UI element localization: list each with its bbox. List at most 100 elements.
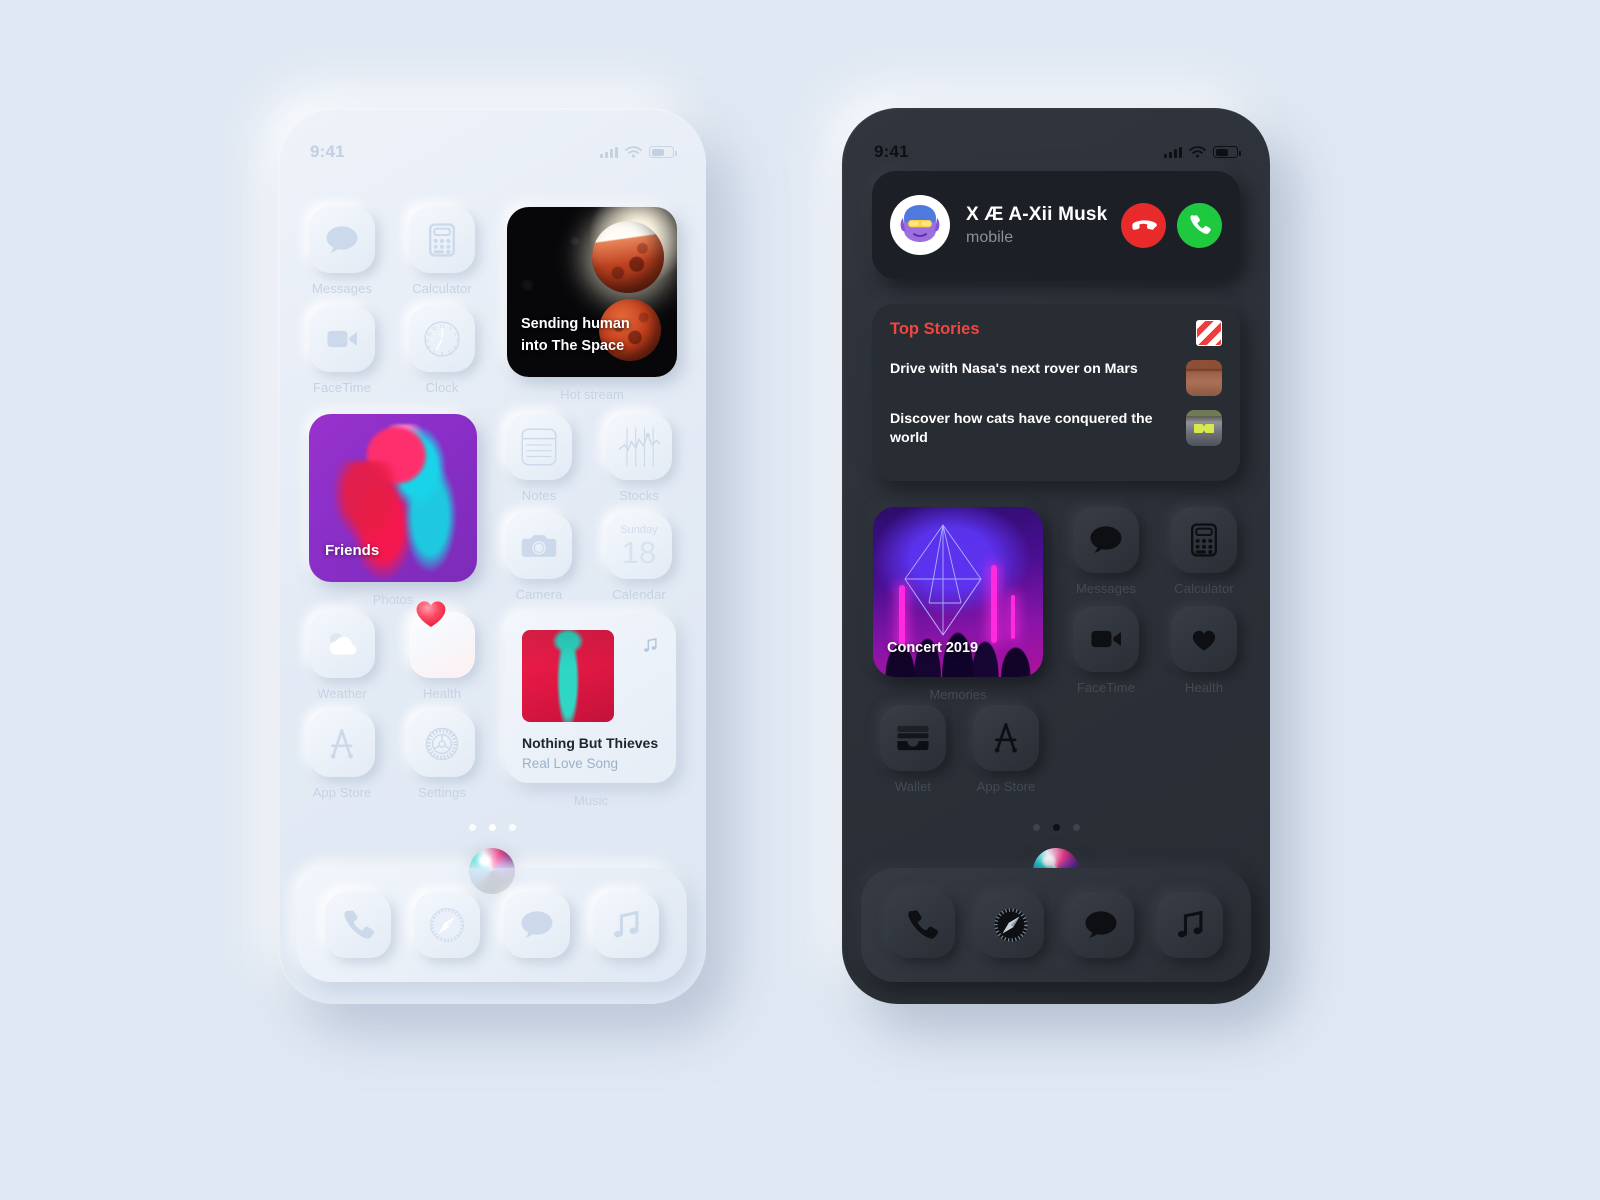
dock (861, 868, 1251, 982)
app-label: Weather (317, 686, 367, 701)
settings-gear-icon (425, 727, 459, 761)
page-dot-active[interactable] (1052, 824, 1060, 831)
app-label: Notes (521, 488, 557, 503)
app-label: FaceTime (1076, 680, 1136, 695)
calendar-tile[interactable]: Sunday 18 (606, 513, 672, 579)
calendar-day: 18 (621, 534, 657, 570)
app-icon-app-store[interactable]: App Store (309, 711, 375, 800)
health-tile[interactable] (409, 601, 475, 678)
cat-thumb (1186, 410, 1222, 446)
notes-tile[interactable] (506, 414, 572, 480)
hot-stream-headline: Sending human into The Space (521, 316, 630, 354)
concert-crowd-silhouette (873, 575, 1043, 677)
messages-bubble-icon (1085, 911, 1117, 938)
facetime-tile[interactable] (309, 306, 375, 372)
health-tile[interactable] (1171, 606, 1237, 672)
dock-icon-music[interactable] (593, 892, 660, 958)
svg-text:9: 9 (426, 338, 429, 343)
widget-top-stories[interactable]: Top Stories Drive with Nasa's next rover… (872, 304, 1240, 481)
app-label: Camera (515, 587, 563, 602)
moon-eclipse-top-image (592, 221, 664, 293)
settings-tile[interactable] (409, 711, 475, 777)
wallet-icon (897, 725, 929, 751)
page-dot[interactable] (1032, 824, 1040, 831)
wallet-tile[interactable] (880, 705, 946, 771)
calculator-tile[interactable] (1171, 507, 1237, 573)
phone-handset-icon (908, 910, 938, 939)
calendar-weekday: Sunday (620, 523, 658, 536)
page-dot[interactable] (468, 824, 476, 831)
app-label: Wallet (894, 779, 932, 794)
widget-music[interactable]: Nothing But Thieves Real Love Song Music (506, 613, 676, 819)
widget-hot-stream[interactable]: Sending human into The Space Hot stream (507, 207, 677, 413)
accept-call-button[interactable] (1177, 202, 1222, 248)
music-note-icon (614, 910, 639, 938)
app-icon-app-store[interactable]: App Store (973, 705, 1039, 794)
widget-memories[interactable]: Concert 2019 Memories (873, 507, 1043, 713)
caller-name: X Æ A-Xii Musk (966, 203, 1108, 225)
memories-card[interactable]: Concert 2019 (873, 507, 1043, 677)
app-icon-health[interactable]: Health (409, 601, 475, 701)
calculator-icon (1191, 523, 1217, 557)
app-icon-stocks[interactable]: Stocks (606, 414, 672, 503)
calculator-icon (429, 223, 455, 257)
photos-card[interactable]: Friends (309, 414, 477, 582)
app-icon-health[interactable]: Health (1171, 606, 1237, 695)
dock-icon-messages[interactable] (503, 892, 570, 958)
health-heart-icon (1192, 630, 1216, 651)
news-story-row[interactable]: Discover how cats have conquered the wor… (890, 410, 1222, 449)
dock-icon-messages[interactable] (1067, 892, 1134, 958)
dock-icon-phone[interactable] (324, 892, 391, 958)
app-icon-calculator[interactable]: Calculator (1171, 507, 1237, 596)
home-screen-light: 9:41 Messages Calculator FaceTime 12 1 2… (278, 108, 706, 1004)
facetime-video-icon (1091, 630, 1121, 648)
app-icon-clock[interactable]: 12 1 2 345 678 9 10 11 Clock (409, 306, 475, 395)
app-icon-messages[interactable]: Messages (309, 207, 375, 296)
page-dot[interactable] (1072, 824, 1080, 831)
app-icon-camera[interactable]: Camera (506, 513, 572, 602)
messages-tile[interactable] (309, 207, 375, 273)
safari-compass-icon (994, 908, 1028, 942)
stocks-tile[interactable] (606, 414, 672, 480)
memoji-avatar (900, 205, 940, 242)
dock-icon-phone[interactable] (888, 892, 955, 958)
page-dot[interactable] (508, 824, 516, 831)
facetime-tile[interactable] (1073, 606, 1139, 672)
cellular-bars-icon (1164, 146, 1182, 158)
status-bar: 9:41 (278, 140, 706, 164)
clock-tile[interactable]: 12 1 2 345 678 9 10 11 (409, 306, 475, 372)
app-icon-notes[interactable]: Notes (506, 414, 572, 503)
health-heart-icon (416, 601, 446, 627)
page-indicator-dots[interactable] (278, 824, 706, 831)
decline-call-button[interactable] (1121, 202, 1166, 248)
widget-photos[interactable]: Friends Photos (309, 414, 477, 618)
news-story-row[interactable]: Drive with Nasa's next rover on Mars (890, 360, 1222, 396)
app-icon-calculator[interactable]: Calculator (409, 207, 475, 296)
weather-cloud-sun-icon (329, 632, 357, 655)
app-icon-calendar[interactable]: Sunday 18 Calendar (606, 513, 672, 602)
caller-line-type: mobile (966, 228, 1014, 246)
app-icon-settings[interactable]: Settings (409, 711, 475, 800)
dock-icon-safari[interactable] (414, 892, 481, 958)
weather-tile[interactable] (309, 612, 375, 678)
messages-tile[interactable] (1073, 507, 1139, 573)
music-card[interactable]: Nothing But Thieves Real Love Song (506, 613, 676, 783)
camera-tile[interactable] (506, 513, 572, 579)
app-icon-wallet[interactable]: Wallet (880, 705, 946, 794)
app-icon-messages[interactable]: Messages (1073, 507, 1139, 596)
hot-stream-card[interactable]: Sending human into The Space (507, 207, 677, 377)
dock-icon-safari[interactable] (978, 892, 1045, 958)
page-indicator-dots[interactable] (842, 824, 1270, 831)
app-icon-weather[interactable]: Weather (309, 612, 375, 701)
avatar (890, 195, 950, 255)
app-icon-facetime[interactable]: FaceTime (1073, 606, 1139, 695)
status-bar: 9:41 (842, 140, 1270, 164)
app-store-tile[interactable] (973, 705, 1039, 771)
page-dot-active[interactable] (488, 824, 496, 831)
app-store-tile[interactable] (309, 711, 375, 777)
incoming-call-card[interactable]: X Æ A-Xii Musk mobile (872, 171, 1240, 279)
safari-compass-icon (430, 908, 465, 942)
dock-icon-music[interactable] (1157, 892, 1224, 958)
calculator-tile[interactable] (409, 207, 475, 273)
app-icon-facetime[interactable]: FaceTime (309, 306, 375, 395)
